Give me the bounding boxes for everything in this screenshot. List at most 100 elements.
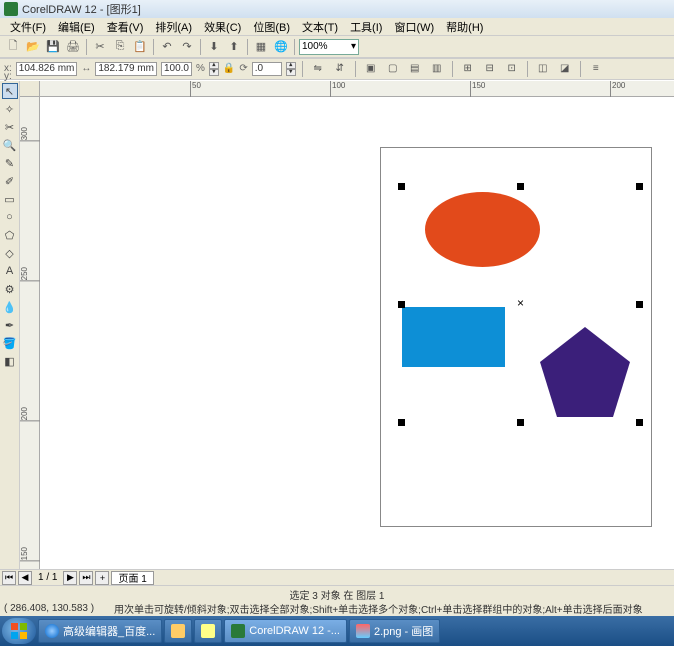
ellipse-tool[interactable]: ○ xyxy=(2,209,18,225)
to-front-button[interactable]: ▣ xyxy=(362,60,380,78)
ungroup-button[interactable]: ⊟ xyxy=(481,60,499,78)
export-button[interactable]: ⬆ xyxy=(225,38,243,56)
menu-window[interactable]: 窗口(W) xyxy=(388,19,440,35)
folder-icon xyxy=(171,624,185,638)
taskbar-item-coreldraw[interactable]: CorelDRAW 12 -... xyxy=(224,619,347,643)
window-title: CorelDRAW 12 - [图形1] xyxy=(22,1,141,17)
page-navigator: ⏮ ◀ 1 / 1 ▶ ⏭ + 页面 1 xyxy=(0,569,674,585)
selection-handle-ne[interactable] xyxy=(636,183,643,190)
lock-icon[interactable]: 🔒 xyxy=(223,63,235,74)
new-button[interactable]: 🗋 xyxy=(4,38,22,56)
outline-tool[interactable]: ✒ xyxy=(2,317,18,333)
menu-effects[interactable]: 效果(C) xyxy=(198,19,247,35)
selection-handle-sw[interactable] xyxy=(398,419,405,426)
app-launcher-button[interactable]: ▦ xyxy=(252,38,270,56)
menu-view[interactable]: 查看(V) xyxy=(101,19,150,35)
next-page-button[interactable]: ▶ xyxy=(63,571,77,585)
ie-icon xyxy=(45,624,59,638)
width-icon: ↔ xyxy=(81,63,91,74)
app-icon xyxy=(4,2,18,16)
spinner[interactable]: ▴▾ xyxy=(286,62,296,76)
status-hint: 用次单击可旋转/倾斜对象;双击选择全部对象;Shift+单击选择多个对象;Ctr… xyxy=(114,601,643,616)
undo-button[interactable]: ↶ xyxy=(158,38,176,56)
forward-button[interactable]: ▤ xyxy=(406,60,424,78)
windows-taskbar: 高级编辑器_百度... CorelDRAW 12 -... 2.png - 画图 xyxy=(0,616,674,646)
vertical-ruler[interactable]: 300 250 200 150 xyxy=(20,97,40,569)
cursor-coordinates: ( 286.408, 130.583 ) xyxy=(4,603,114,614)
width-field[interactable]: 182.179 mm xyxy=(95,62,157,76)
menu-text[interactable]: 文本(T) xyxy=(296,19,344,35)
first-page-button[interactable]: ⏮ xyxy=(2,571,16,585)
cut-button[interactable]: ✂ xyxy=(91,38,109,56)
start-button[interactable] xyxy=(2,618,36,644)
selection-handle-nw[interactable] xyxy=(398,183,405,190)
interactive-fill-tool[interactable]: ◧ xyxy=(2,353,18,369)
freehand-tool[interactable]: ✎ xyxy=(2,155,18,171)
import-button[interactable]: ⬇ xyxy=(205,38,223,56)
selection-handle-n[interactable] xyxy=(517,183,524,190)
zoom-combo[interactable]: 100% ▾ xyxy=(299,39,359,55)
taskbar-label: 2.png - 画图 xyxy=(374,623,433,639)
open-button[interactable]: 📂 xyxy=(24,38,42,56)
separator xyxy=(355,61,356,77)
menu-tools[interactable]: 工具(I) xyxy=(344,19,388,35)
spinner[interactable]: ▴▾ xyxy=(209,62,219,76)
pentagon-shape[interactable] xyxy=(530,322,640,422)
rectangle-shape[interactable] xyxy=(402,307,505,367)
selection-handle-s[interactable] xyxy=(517,419,524,426)
rotation-field[interactable]: .0 xyxy=(252,62,282,76)
ruler-origin[interactable] xyxy=(20,81,40,97)
paste-button[interactable]: 📋 xyxy=(131,38,149,56)
separator xyxy=(580,61,581,77)
combine-button[interactable]: ◫ xyxy=(534,60,552,78)
taskbar-item-sticky[interactable] xyxy=(194,619,222,643)
redo-button[interactable]: ↷ xyxy=(178,38,196,56)
ellipse-shape[interactable] xyxy=(425,192,540,267)
taskbar-item-explorer[interactable] xyxy=(164,619,192,643)
menu-help[interactable]: 帮助(H) xyxy=(440,19,489,35)
menu-bitmap[interactable]: 位图(B) xyxy=(247,19,296,35)
fill-tool[interactable]: 🪣 xyxy=(2,335,18,351)
interactive-tool[interactable]: ⚙ xyxy=(2,281,18,297)
add-page-button[interactable]: + xyxy=(95,571,109,585)
selection-handle-w[interactable] xyxy=(398,301,405,308)
page-counter: 1 / 1 xyxy=(34,572,61,583)
eyedropper-tool[interactable]: 💧 xyxy=(2,299,18,315)
selection-handle-e[interactable] xyxy=(636,301,643,308)
taskbar-item-paint[interactable]: 2.png - 画图 xyxy=(349,619,440,643)
print-button[interactable]: 🖨 xyxy=(64,38,82,56)
break-button[interactable]: ◪ xyxy=(556,60,574,78)
mirror-v-button[interactable]: ⇵ xyxy=(331,60,349,78)
menu-file[interactable]: 文件(F) xyxy=(4,19,52,35)
basic-shapes-tool[interactable]: ◇ xyxy=(2,245,18,261)
drawing-canvas[interactable]: × xyxy=(40,97,674,569)
smart-draw-tool[interactable]: ✐ xyxy=(2,173,18,189)
save-button[interactable]: 💾 xyxy=(44,38,62,56)
mirror-h-button[interactable]: ⇋ xyxy=(309,60,327,78)
polygon-tool[interactable]: ⬠ xyxy=(2,227,18,243)
last-page-button[interactable]: ⏭ xyxy=(79,571,93,585)
menu-edit[interactable]: 编辑(E) xyxy=(52,19,101,35)
to-back-button[interactable]: ▢ xyxy=(384,60,402,78)
pick-tool[interactable]: ↖ xyxy=(2,83,18,99)
selection-center[interactable]: × xyxy=(516,299,525,308)
page-tab[interactable]: 页面 1 xyxy=(111,571,153,585)
horizontal-ruler[interactable]: 50 100 150 200 xyxy=(40,81,674,97)
corel-online-button[interactable]: 🌐 xyxy=(272,38,290,56)
text-tool[interactable]: A xyxy=(2,263,18,279)
crop-tool[interactable]: ✂ xyxy=(2,119,18,135)
align-button[interactable]: ≡ xyxy=(587,60,605,78)
menu-arrange[interactable]: 排列(A) xyxy=(149,19,198,35)
backward-button[interactable]: ▥ xyxy=(428,60,446,78)
ungroup-all-button[interactable]: ⊡ xyxy=(503,60,521,78)
copy-button[interactable]: ⎘ xyxy=(111,38,129,56)
zoom-tool[interactable]: 🔍 xyxy=(2,137,18,153)
rectangle-tool[interactable]: ▭ xyxy=(2,191,18,207)
scale-x-field[interactable]: 100.0 xyxy=(161,62,192,76)
taskbar-item-ie[interactable]: 高级编辑器_百度... xyxy=(38,619,162,643)
selection-handle-se[interactable] xyxy=(636,419,643,426)
group-button[interactable]: ⊞ xyxy=(459,60,477,78)
zoom-value: 100% xyxy=(302,41,328,52)
shape-tool[interactable]: ✧ xyxy=(2,101,18,117)
prev-page-button[interactable]: ◀ xyxy=(18,571,32,585)
